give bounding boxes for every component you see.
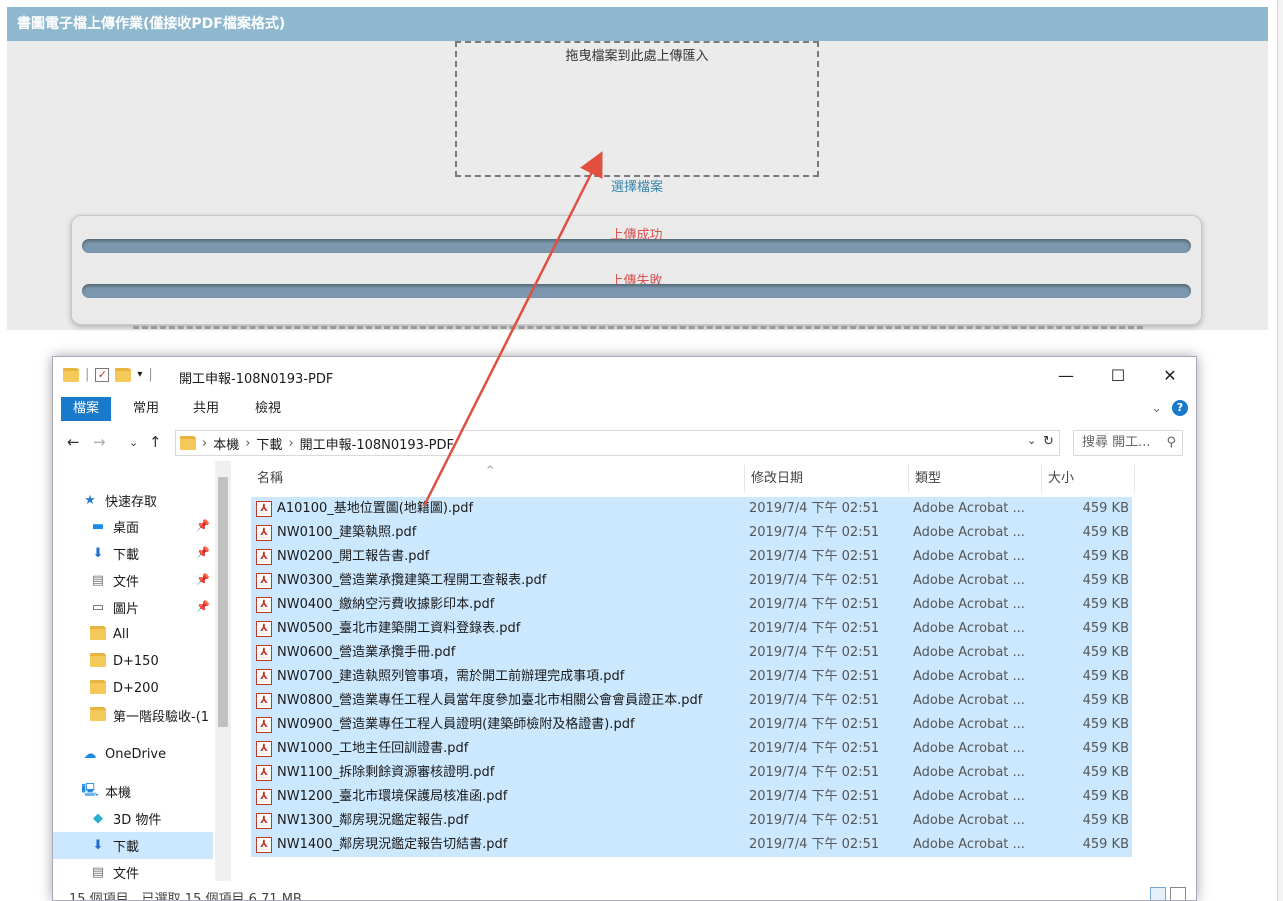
drag-arrow-line bbox=[422, 151, 603, 507]
drag-arrow bbox=[422, 151, 603, 507]
